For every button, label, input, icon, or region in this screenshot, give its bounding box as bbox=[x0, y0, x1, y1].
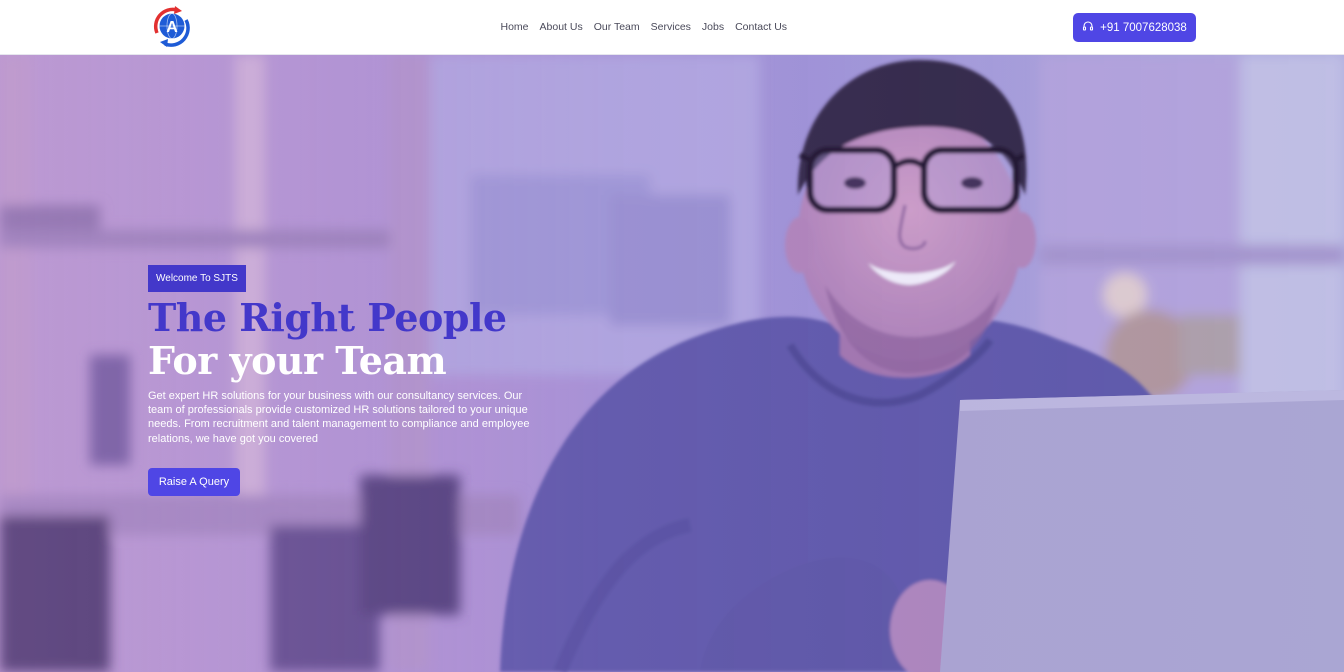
main-nav: Home About Us Our Team Services Jobs Con… bbox=[495, 0, 793, 54]
hero-title-line1: The Right People bbox=[148, 295, 507, 340]
raise-query-button[interactable]: Raise A Query bbox=[148, 468, 240, 496]
hero-description: Get expert HR solutions for your busines… bbox=[148, 390, 530, 445]
phone-button[interactable]: +91 7007628038 bbox=[1073, 13, 1196, 42]
welcome-badge: Welcome To SJTS bbox=[148, 265, 246, 292]
nav-home[interactable]: Home bbox=[501, 21, 529, 33]
nav-about-us[interactable]: About Us bbox=[540, 21, 583, 33]
nav-our-team[interactable]: Our Team bbox=[594, 21, 640, 33]
nav-services[interactable]: Services bbox=[651, 21, 691, 33]
logo-icon[interactable]: A bbox=[149, 3, 193, 49]
phone-number: +91 7007628038 bbox=[1100, 21, 1187, 34]
headphones-icon bbox=[1082, 20, 1094, 35]
nav-contact-us[interactable]: Contact Us bbox=[735, 21, 787, 33]
svg-text:A: A bbox=[166, 19, 178, 36]
hero-title-line2: For your Team bbox=[148, 338, 447, 383]
hero-section: Welcome To SJTS The Right People For you… bbox=[0, 55, 1344, 672]
site-header: A Home About Us Our Team Services Jobs C… bbox=[0, 0, 1344, 55]
nav-jobs[interactable]: Jobs bbox=[702, 21, 724, 33]
